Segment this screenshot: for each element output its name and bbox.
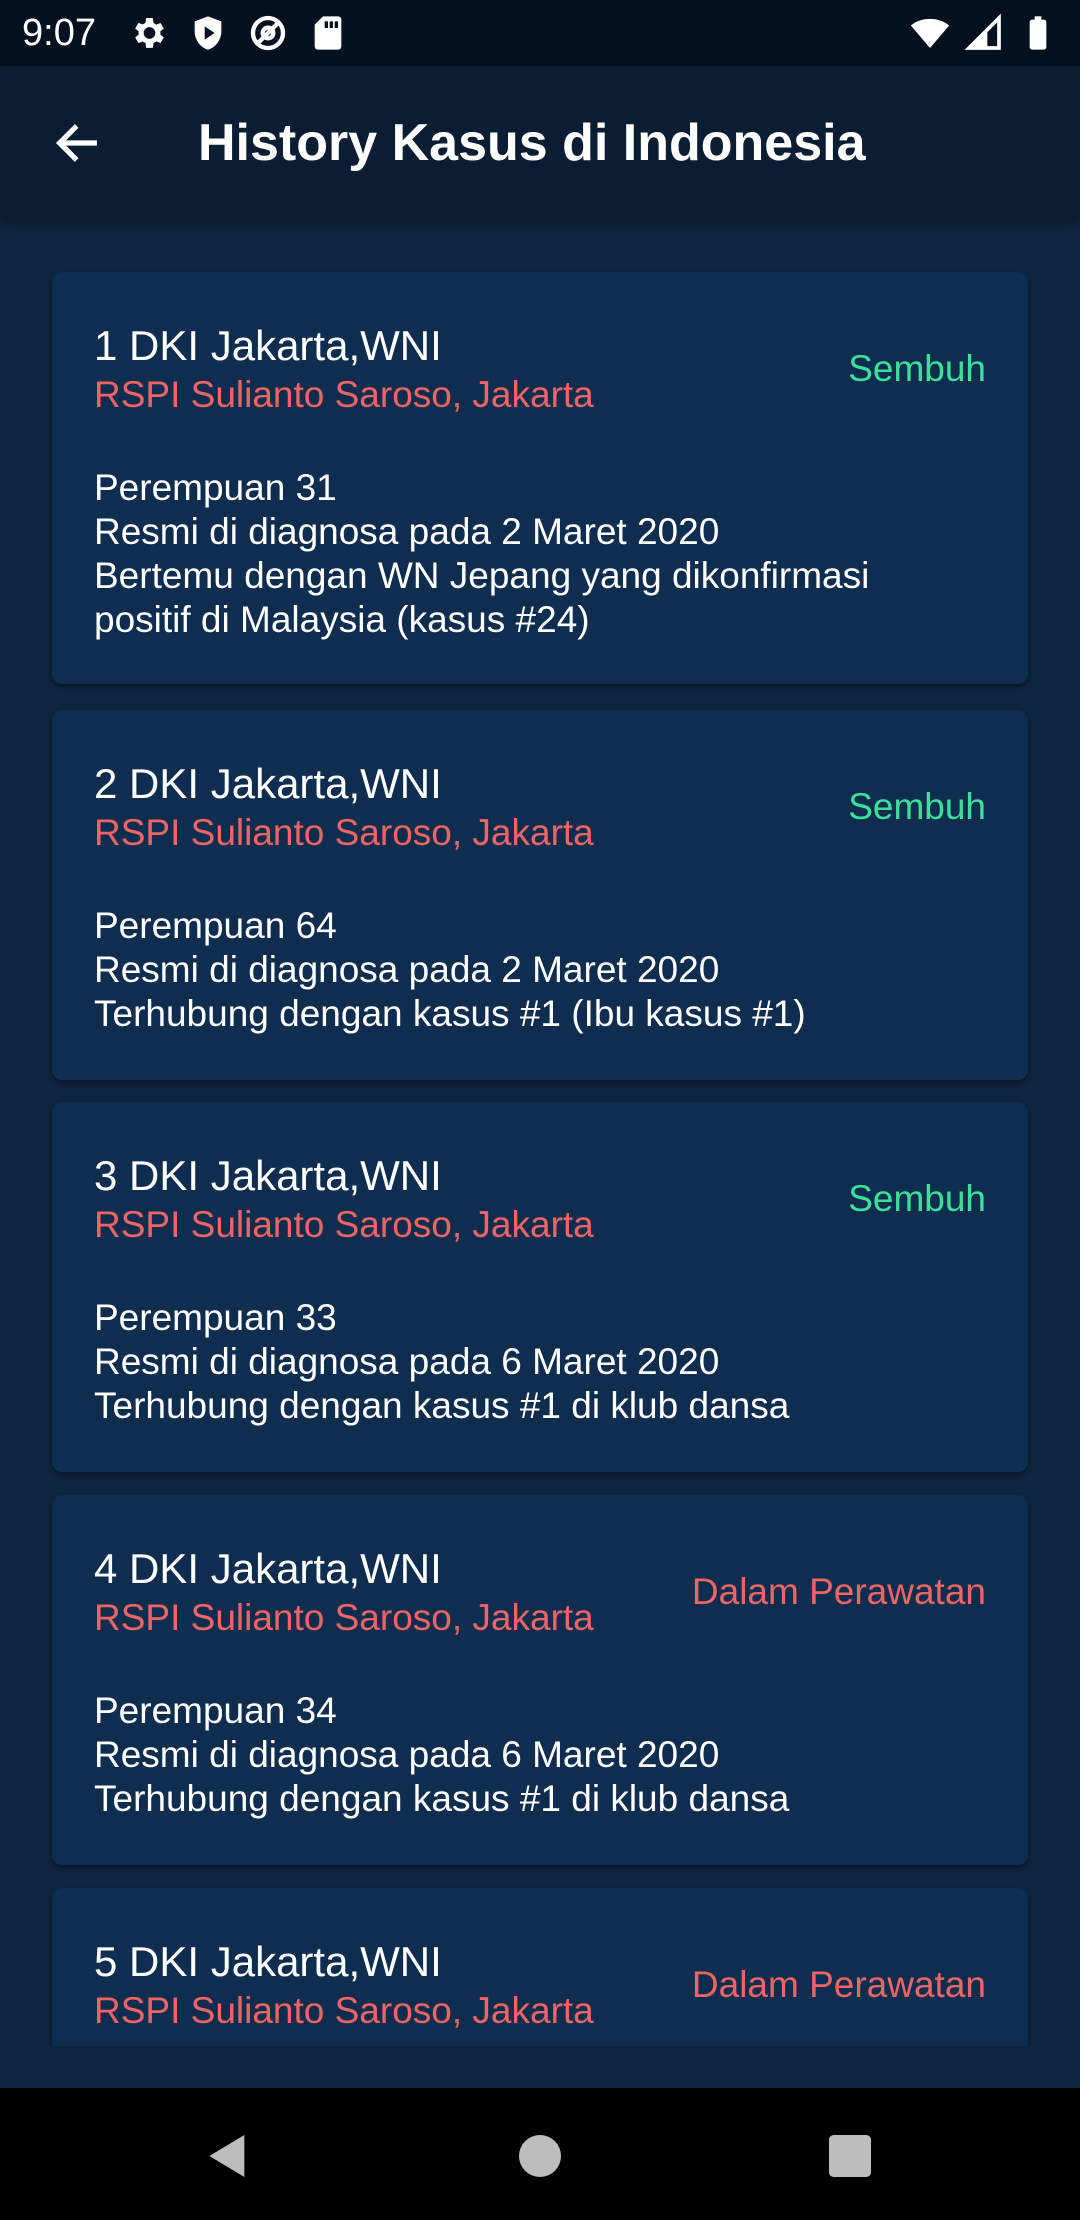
nav-recents-icon[interactable] <box>822 2128 878 2184</box>
case-card[interactable]: 1 DKI Jakarta,WNI RSPI Sulianto Saroso, … <box>52 272 1028 684</box>
case-contact-info: Terhubung dengan kasus #1 (Ibu kasus #1) <box>94 993 806 1034</box>
case-diagnosis-date: Resmi di diagnosa pada 6 Maret 2020 <box>94 1341 720 1382</box>
case-card[interactable]: 5 DKI Jakarta,WNI RSPI Sulianto Saroso, … <box>52 1888 1028 2046</box>
case-gender-age: Perempuan 34 <box>94 1690 337 1731</box>
case-card[interactable]: 4 DKI Jakarta,WNI RSPI Sulianto Saroso, … <box>52 1495 1028 1865</box>
case-status: Sembuh <box>848 348 986 389</box>
nav-back-icon[interactable] <box>200 2128 256 2184</box>
case-diagnosis-date: Resmi di diagnosa pada 2 Maret 2020 <box>94 511 720 552</box>
case-title: 3 DKI Jakarta,WNI <box>94 1152 442 1199</box>
gear-icon <box>135 18 164 48</box>
at-sign-icon <box>250 15 286 51</box>
sd-card-icon <box>314 16 342 50</box>
case-card[interactable]: 3 DKI Jakarta,WNI RSPI Sulianto Saroso, … <box>52 1102 1028 1472</box>
page-title: History Kasus di Indonesia <box>198 114 866 172</box>
back-button[interactable] <box>42 111 112 175</box>
case-diagnosis-date: Resmi di diagnosa pada 2 Maret 2020 <box>94 949 720 990</box>
case-contact-info: Terhubung dengan kasus #1 di klub dansa <box>94 1778 790 1819</box>
case-hospital: RSPI Sulianto Saroso, Jakarta <box>94 1597 594 1638</box>
case-hospital: RSPI Sulianto Saroso, Jakarta <box>94 1990 594 2031</box>
case-status: Dalam Perawatan <box>691 1964 986 2005</box>
nav-home-icon[interactable] <box>512 2128 568 2184</box>
case-details: Perempuan 64 Resmi di diagnosa pada 2 Ma… <box>94 904 994 1036</box>
case-list[interactable]: 1 DKI Jakarta,WNI RSPI Sulianto Saroso, … <box>0 220 1080 2046</box>
status-icons-right <box>910 13 1058 53</box>
case-gender-age: Perempuan 64 <box>94 905 337 946</box>
case-hospital: RSPI Sulianto Saroso, Jakarta <box>94 374 594 415</box>
case-hospital: RSPI Sulianto Saroso, Jakarta <box>94 812 594 853</box>
case-details: Perempuan 31 Resmi di diagnosa pada 2 Ma… <box>94 466 994 642</box>
case-contact-info: Terhubung dengan kasus #1 di klub dansa <box>94 1385 790 1426</box>
case-details: Perempuan 33 Resmi di diagnosa pada 6 Ma… <box>94 1296 994 1428</box>
case-status: Sembuh <box>848 1178 986 1219</box>
arrow-left-icon <box>55 124 97 162</box>
cellular-signal-icon <box>964 13 1001 50</box>
app-bar: History Kasus di Indonesia <box>0 66 1080 220</box>
case-contact-info: positif di Malaysia (kasus #24) <box>94 599 590 640</box>
status-icons-left <box>128 13 348 53</box>
case-gender-age: Perempuan 31 <box>94 467 337 508</box>
case-contact-info: Bertemu dengan WN Jepang yang dikonfirma… <box>94 555 870 596</box>
wifi-icon <box>910 18 950 48</box>
case-hospital: RSPI Sulianto Saroso, Jakarta <box>94 1204 594 1245</box>
case-title: 5 DKI Jakarta,WNI <box>94 1938 442 1985</box>
case-gender-age: Perempuan 33 <box>94 1297 337 1338</box>
shield-icon <box>194 16 222 50</box>
status-time: 9:07 <box>22 12 96 54</box>
case-status: Dalam Perawatan <box>691 1571 986 1612</box>
case-title: 1 DKI Jakarta,WNI <box>94 322 442 369</box>
battery-icon <box>1029 16 1047 50</box>
system-nav-bar <box>0 2088 1080 2220</box>
case-status: Sembuh <box>848 786 986 827</box>
case-title: 4 DKI Jakarta,WNI <box>94 1545 442 1592</box>
status-bar: 9:07 <box>0 0 1080 66</box>
case-title: 2 DKI Jakarta,WNI <box>94 760 442 807</box>
case-card[interactable]: 2 DKI Jakarta,WNI RSPI Sulianto Saroso, … <box>52 710 1028 1080</box>
case-diagnosis-date: Resmi di diagnosa pada 6 Maret 2020 <box>94 1734 720 1775</box>
case-details: Perempuan 34 Resmi di diagnosa pada 6 Ma… <box>94 1689 994 1821</box>
